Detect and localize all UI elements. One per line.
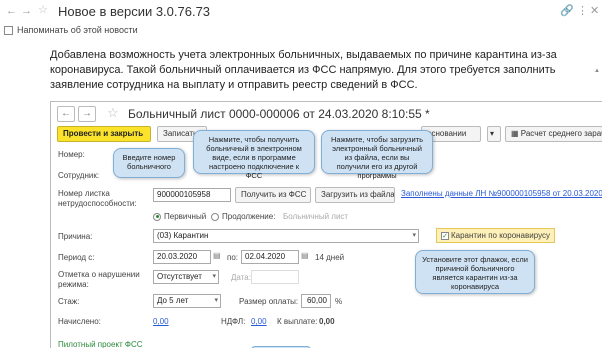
period-to-input[interactable]: 02.04.2020 [241, 250, 299, 264]
calc-average-button[interactable]: ▦ Расчет среднего зараб [505, 126, 602, 142]
payment-label: Размер оплаты: [239, 297, 299, 306]
callout-enter-number: Введите номер больничного [113, 148, 185, 178]
remind-checkbox[interactable]: Напоминать об этой новости [4, 23, 138, 37]
eln-data-link[interactable]: Заполнены данные ЛН №900000105958 от 20.… [401, 189, 602, 198]
period-from-input[interactable]: 20.03.2020 [153, 250, 211, 264]
radio-icon [211, 212, 219, 221]
chevron-down-icon[interactable]: ▾ [214, 295, 218, 307]
more-menu-button[interactable]: ▾ [487, 126, 501, 142]
title-bar: ← → ☆ Новое в версии 3.0.76.73 🔗 ⋮ ✕ [0, 0, 604, 22]
sheet-number-label: Номер листка нетрудоспособности: [58, 189, 137, 208]
reason-label: Причина: [58, 232, 93, 241]
remind-label: Напоминать об этой новости [17, 25, 138, 35]
number-label: Номер: [58, 150, 85, 159]
get-from-fss-button[interactable]: Получить из ФСС [235, 187, 311, 203]
period-to-label: по: [227, 253, 239, 262]
primary-label: Первичный [164, 212, 207, 221]
sick-list-link[interactable]: Больничный лист [283, 212, 348, 221]
star-icon[interactable]: ☆ [38, 5, 48, 16]
forward-icon[interactable]: → [21, 6, 32, 17]
form-title: Больничный лист 0000-000006 от 24.03.202… [128, 107, 430, 121]
payout-value: 0,00 [319, 317, 335, 326]
calc-average-label: Расчет среднего зараб [520, 129, 602, 138]
quarantine-label: Карантин по коронавирусу [451, 231, 550, 240]
link-icon[interactable]: 🔗 [560, 6, 574, 17]
close-icon[interactable]: ✕ [590, 6, 599, 17]
checkbox-icon[interactable] [4, 25, 13, 35]
experience-label: Стаж: [58, 297, 80, 306]
reason-select[interactable]: (03) Карантин ▾ [153, 229, 419, 243]
load-from-file-button[interactable]: Загрузить из файла [315, 187, 395, 203]
chevron-down-icon[interactable]: ▾ [412, 230, 416, 242]
intro-text: Добавлена возможность учета электронных … [50, 49, 557, 91]
ndfl-link[interactable]: 0,00 [251, 317, 267, 326]
calc-icon: ▦ [511, 129, 521, 138]
reason-value: (03) Карантин [157, 231, 209, 240]
back-icon[interactable]: ← [6, 6, 17, 17]
ndfl-label: НДФЛ: [221, 317, 246, 326]
period-label: Период с: [58, 253, 95, 262]
violation-select[interactable]: Отсутствует ▾ [153, 270, 219, 284]
callout-get-fss: Нажмите, чтобы получить больничный в эле… [193, 130, 315, 180]
continuation-label: Продолжение: [222, 212, 276, 221]
callout-load-file: Нажмите, чтобы загрузить электронный бол… [321, 130, 433, 180]
continuation-radio[interactable]: Продолжение: [211, 212, 275, 222]
radio-selected-icon [153, 212, 161, 221]
employee-label: Сотрудник: [58, 171, 100, 180]
chevron-down-icon[interactable]: ▾ [212, 271, 216, 283]
calendar-icon[interactable]: ▤ [301, 251, 309, 260]
primary-radio[interactable]: Первичный [153, 212, 206, 222]
sick-leave-form: ← → ☆ Больничный лист 0000-000006 от 24.… [50, 101, 602, 348]
violation-value: Отсутствует [157, 272, 202, 281]
payout-label: К выплате: [277, 317, 318, 326]
post-close-button[interactable]: Провести и закрыть [57, 126, 151, 142]
experience-value: До 5 лет [157, 296, 189, 305]
more-icon[interactable]: ⋮ [577, 6, 588, 17]
window-title: Новое в версии 3.0.76.73 [58, 4, 211, 19]
days-count: 14 дней [315, 253, 345, 262]
checkmark-icon: ✓ [441, 231, 449, 240]
sheet-number-input[interactable]: 900000105958 [153, 188, 231, 202]
callout-quarantine-flag: Установите этот флажок, если причиной бо… [415, 250, 535, 294]
accrued-label: Начислено: [58, 317, 101, 326]
percent-sign: % [335, 297, 343, 306]
date-label: Дата: [231, 273, 251, 282]
favorite-icon[interactable]: ☆ [107, 105, 119, 121]
forward-button[interactable]: → [78, 106, 96, 122]
payment-input[interactable]: 60,00 [301, 294, 331, 308]
calendar-icon[interactable]: ▤ [213, 251, 221, 260]
back-button[interactable]: ← [57, 106, 75, 122]
pilot-project-label: Пилотный проект ФСС [58, 340, 143, 348]
quarantine-checkbox[interactable]: ✓ Карантин по коронавирусу [436, 228, 555, 243]
accrued-link[interactable]: 0,00 [153, 317, 169, 326]
experience-select[interactable]: До 5 лет ▾ [153, 294, 221, 308]
date-input[interactable] [251, 270, 299, 284]
violation-label: Отметка о нарушении режима: [58, 270, 140, 289]
